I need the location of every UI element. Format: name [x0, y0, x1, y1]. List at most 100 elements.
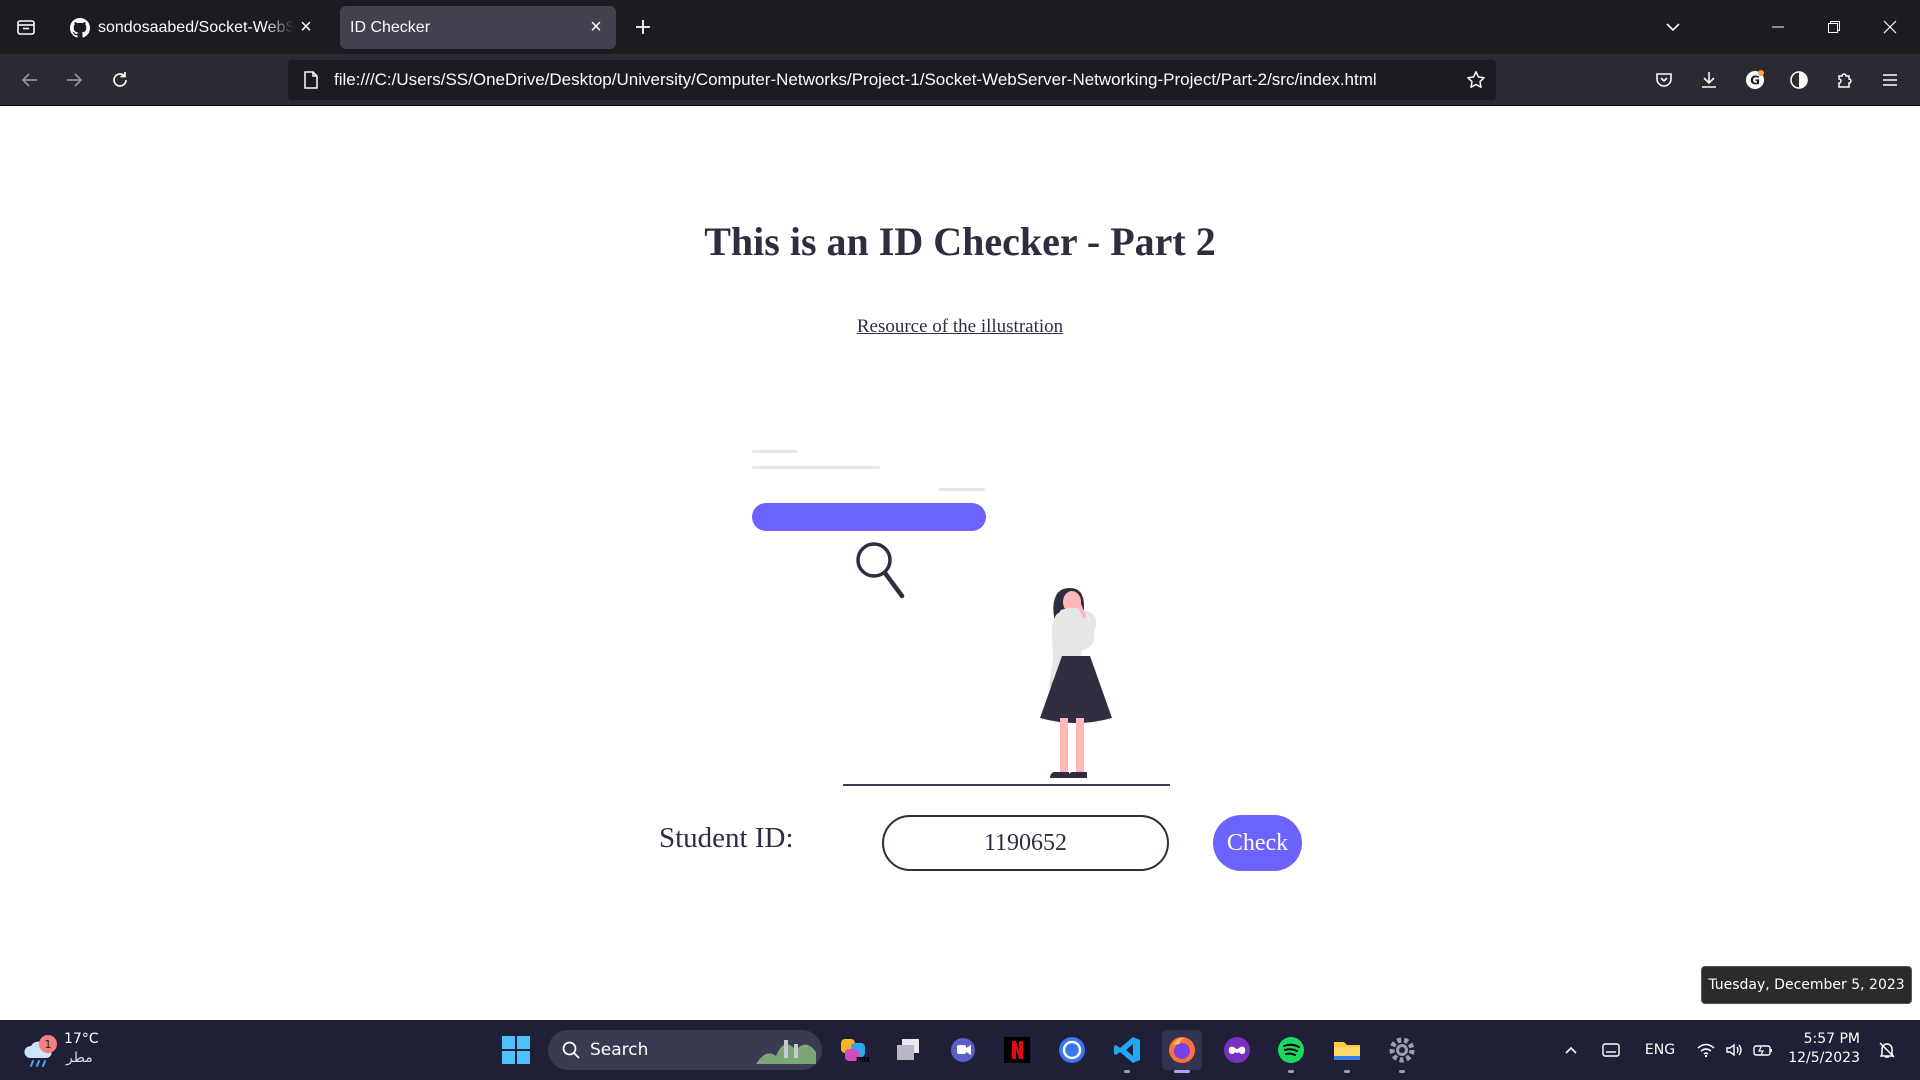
taskbar: 1 17°C مطر Search PRE ENG 5:57 PM 12/5/2…: [0, 1020, 1920, 1080]
placeholder-line: [939, 488, 985, 491]
weather-widget[interactable]: 1 17°C مطر: [20, 1028, 110, 1072]
taskbar-netflix[interactable]: [997, 1030, 1037, 1070]
svg-text:PRE: PRE: [856, 1056, 869, 1064]
menu-button[interactable]: [1872, 62, 1908, 98]
system-clock[interactable]: 5:57 PM 12/5/2023: [1786, 1030, 1860, 1068]
tab-list-icon: [17, 20, 35, 35]
search-label: Search: [590, 1040, 649, 1060]
check-button[interactable]: Check: [1213, 815, 1302, 871]
restore-button[interactable]: [1806, 0, 1862, 54]
forward-arrow-icon: [67, 73, 83, 87]
student-id-label: Student ID:: [659, 822, 794, 854]
clock-date: 12/5/2023: [1788, 1050, 1860, 1066]
woman-figure: [1040, 588, 1112, 778]
taskbar-vscode[interactable]: [1107, 1030, 1147, 1073]
back-arrow-icon: [21, 73, 37, 87]
weather-condition: مطر: [66, 1050, 93, 1066]
tab-strip: sondosaabed/Socket-WebServer-Networking-…: [0, 0, 1920, 54]
placeholder-line: [752, 450, 798, 453]
url-text[interactable]: file:///C:/Users/SS/OneDrive/Desktop/Uni…: [334, 70, 1458, 90]
settings-icon: [1389, 1037, 1415, 1063]
google-extension-icon: G: [1746, 70, 1764, 89]
search-icon: [562, 1041, 580, 1059]
task-view-icon: [897, 1039, 919, 1060]
extensions-button[interactable]: [1827, 62, 1863, 98]
forward-button[interactable]: [56, 62, 92, 98]
vscode-icon: [1114, 1037, 1140, 1063]
search-bar-shape: [752, 503, 986, 531]
puzzle-icon: [1838, 73, 1852, 88]
new-tab-button[interactable]: [628, 12, 658, 42]
placeholder-line: [752, 466, 880, 469]
minimize-button[interactable]: [1750, 0, 1806, 54]
show-hidden-icons-button[interactable]: [1556, 1020, 1586, 1080]
tabs-overflow-button[interactable]: [1658, 12, 1688, 42]
signal-icon: [1059, 1037, 1085, 1063]
weather-temperature: 17°C: [64, 1031, 99, 1047]
tray-status-icons[interactable]: [1690, 1020, 1780, 1080]
tray-touch-keyboard[interactable]: [1596, 1020, 1626, 1080]
taskbar-search[interactable]: Search: [548, 1030, 822, 1070]
clock-time: 5:57 PM: [1803, 1031, 1860, 1047]
contrast-icon: [1790, 71, 1808, 89]
close-tab-icon[interactable]: ×: [294, 16, 318, 40]
back-button[interactable]: [12, 62, 48, 98]
github-icon: [70, 17, 90, 38]
list-all-tabs-button[interactable]: [8, 9, 44, 45]
hamburger-menu-icon: [1883, 74, 1897, 86]
firefox-icon: [1169, 1037, 1195, 1063]
chevron-up-icon: [1565, 1046, 1577, 1054]
minimize-icon: [1772, 26, 1784, 28]
address-bar[interactable]: file:///C:/Users/SS/OneDrive/Desktop/Uni…: [288, 60, 1496, 100]
date-tooltip: Tuesday, December 5, 2023: [1701, 966, 1912, 1004]
pocket-icon: [1656, 73, 1672, 87]
windows-logo-icon: [502, 1036, 530, 1064]
game-icon: [1224, 1037, 1250, 1063]
start-button[interactable]: [496, 1030, 536, 1070]
taskbar-teams[interactable]: [943, 1030, 983, 1070]
taskbar-firefox[interactable]: [1162, 1030, 1202, 1073]
search-illustration: [752, 450, 1170, 786]
chevron-down-icon: [1666, 23, 1680, 32]
taskbar-task-view[interactable]: [888, 1030, 928, 1070]
copilot-icon: PRE: [841, 1039, 869, 1064]
page-icon: [300, 71, 322, 89]
tab-title: ID Checker: [350, 18, 431, 36]
taskbar-settings[interactable]: [1382, 1030, 1422, 1073]
tab-github[interactable]: sondosaabed/Socket-WebServer-Networking-…: [58, 6, 326, 49]
page-title: This is an ID Checker - Part 2: [704, 219, 1216, 264]
taskbar-copilot[interactable]: PRE: [834, 1030, 874, 1070]
tab-id-checker[interactable]: ID Checker ×: [340, 6, 616, 49]
netflix-icon: [1004, 1037, 1030, 1063]
close-window-button[interactable]: [1862, 0, 1918, 54]
downloads-button[interactable]: [1691, 62, 1727, 98]
spotify-icon: [1278, 1037, 1304, 1063]
taskbar-signal[interactable]: [1052, 1030, 1092, 1070]
page-content: This is an ID Checker - Part 2 Resource …: [0, 106, 1920, 1020]
pocket-button[interactable]: [1646, 62, 1682, 98]
language-indicator[interactable]: ENG: [1640, 1020, 1680, 1080]
restore-icon: [1828, 21, 1840, 33]
bookmark-star-icon[interactable]: [1458, 62, 1494, 98]
teams-icon: [951, 1038, 975, 1062]
taskbar-game[interactable]: [1217, 1030, 1257, 1070]
close-tab-icon[interactable]: ×: [584, 16, 608, 40]
keyboard-icon: [1602, 1043, 1620, 1057]
svg-text:G: G: [1750, 74, 1760, 88]
taskbar-spotify[interactable]: [1271, 1030, 1311, 1073]
download-icon: [1702, 72, 1716, 88]
notification-badge: 1: [39, 1035, 57, 1053]
volume-icon: [1726, 1043, 1742, 1057]
account-button[interactable]: G: [1737, 62, 1773, 98]
resource-link[interactable]: Resource of the illustration: [0, 316, 1920, 338]
notifications-button[interactable]: [1872, 1020, 1902, 1080]
taskbar-file-explorer[interactable]: [1327, 1030, 1367, 1073]
file-explorer-icon: [1334, 1042, 1360, 1060]
tab-title: sondosaabed/Socket-WebServer-Networking-…: [98, 18, 294, 36]
reload-icon: [113, 72, 127, 87]
reload-button[interactable]: [102, 62, 138, 98]
student-id-input[interactable]: [882, 815, 1169, 871]
dark-reader-button[interactable]: [1781, 62, 1817, 98]
battery-icon: [1753, 1045, 1772, 1056]
search-highlight-icon: [756, 1040, 816, 1064]
